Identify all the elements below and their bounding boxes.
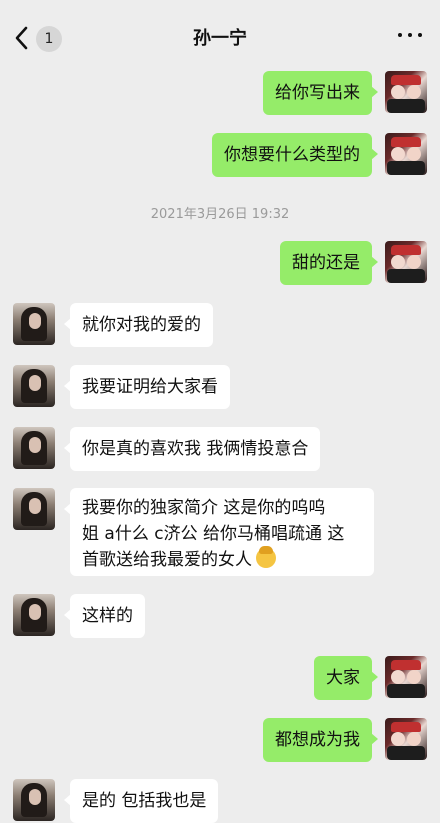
message-bubble[interactable]: 甜的还是 bbox=[280, 241, 378, 285]
my-avatar[interactable] bbox=[385, 718, 427, 760]
message-bubble[interactable]: 就你对我的爱的 bbox=[64, 303, 213, 347]
message-bubble[interactable]: 给你写出来 bbox=[263, 71, 378, 115]
message-bubble[interactable]: 我要证明给大家看 bbox=[64, 365, 230, 409]
message-bubble[interactable]: 你是真的喜欢我 我俩情投意合 bbox=[63, 427, 321, 471]
message-bubble[interactable]: 你想要什么类型的 bbox=[212, 133, 378, 177]
unread-count-badge: 1 bbox=[36, 26, 62, 52]
more-dots-icon[interactable] bbox=[398, 28, 422, 42]
my-avatar[interactable] bbox=[385, 241, 427, 283]
my-avatar[interactable] bbox=[385, 133, 427, 175]
message-bubble[interactable]: 是的 包括我也是 bbox=[63, 779, 219, 823]
chevron-left-icon bbox=[15, 26, 28, 50]
contact-avatar[interactable] bbox=[13, 303, 55, 345]
my-avatar[interactable] bbox=[385, 656, 427, 698]
chat-header: 1 孙一宁 bbox=[0, 0, 440, 62]
contact-avatar[interactable] bbox=[13, 488, 55, 530]
chat-title: 孙一宁 bbox=[193, 28, 247, 49]
back-button[interactable]: 1 bbox=[10, 20, 68, 56]
contact-avatar[interactable] bbox=[13, 427, 55, 469]
contact-avatar[interactable] bbox=[13, 779, 55, 821]
contact-avatar[interactable] bbox=[13, 594, 55, 636]
timestamp: 2021年3月26日 19:32 bbox=[150, 207, 290, 222]
woman-emoji-icon bbox=[256, 546, 276, 568]
my-avatar[interactable] bbox=[385, 71, 427, 113]
message-bubble[interactable]: 大家 bbox=[314, 656, 378, 700]
message-line: 首歌送给我最爱的女人 bbox=[82, 550, 252, 570]
message-bubble[interactable]: 我要你的独家简介 这是你的呜呜 姐 a什么 c济公 给你马桶唱疏通 这 首歌送给… bbox=[64, 488, 374, 576]
message-line: 我要你的独家简介 这是你的呜呜 bbox=[82, 498, 326, 518]
message-bubble[interactable]: 都想成为我 bbox=[263, 718, 378, 762]
contact-avatar[interactable] bbox=[13, 365, 55, 407]
message-bubble[interactable]: 这样的 bbox=[64, 594, 145, 638]
message-line: 姐 a什么 c济公 给你马桶唱疏通 这 bbox=[82, 524, 345, 544]
